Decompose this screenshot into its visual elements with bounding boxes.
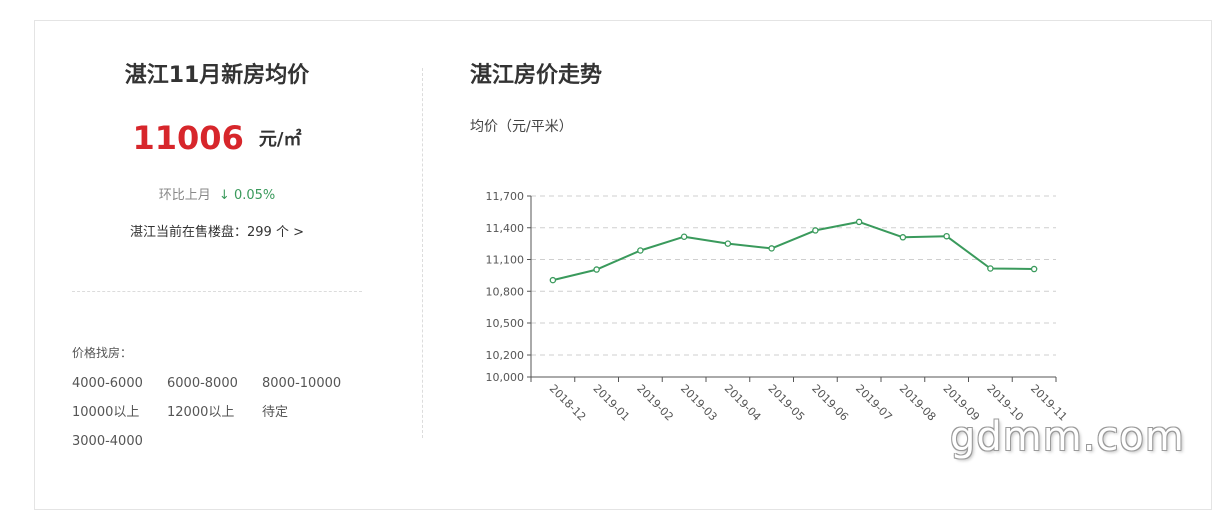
on-sale-projects-link[interactable]: 湛江当前在售楼盘：299 个 > — [72, 221, 362, 240]
panel-divider — [422, 68, 423, 438]
y-tick-label: 10,200 — [486, 349, 525, 362]
price-filter-options: 4000-6000 6000-8000 8000-10000 10000以上 1… — [72, 369, 392, 456]
trend-title: 湛江房价走势 — [470, 63, 603, 88]
summary-divider — [72, 291, 362, 292]
mom-value: 0.05% — [233, 188, 276, 203]
price-filter-option[interactable]: 8000-10000 — [262, 369, 357, 398]
price-filter-option[interactable]: 6000-8000 — [167, 369, 262, 398]
price-filter-option[interactable]: 4000-6000 — [72, 369, 167, 398]
data-point — [549, 276, 557, 284]
y-tick-label: 11,400 — [486, 222, 525, 235]
data-point — [593, 266, 600, 273]
price-filter-option[interactable]: 12000以上 — [167, 398, 262, 427]
average-price: 11006 — [132, 119, 244, 157]
y-tick-label: 10,500 — [486, 317, 525, 330]
data-point — [855, 218, 863, 226]
price-filter-label: 价格找房： — [72, 346, 133, 360]
mom-label: 环比上月 — [158, 188, 211, 203]
y-tick-label: 11,700 — [486, 190, 525, 203]
y-tick-label: 10,800 — [486, 285, 525, 298]
x-tick-label: 2019-02 — [634, 382, 676, 424]
price-unit: 元/㎡ — [258, 129, 302, 150]
month-over-month: 环比上月 ↓ 0.05% — [72, 184, 362, 203]
data-point — [899, 234, 907, 241]
data-point — [812, 227, 819, 234]
data-point — [724, 240, 732, 247]
x-tick-label: 2019-03 — [678, 382, 720, 424]
data-point — [768, 245, 775, 252]
data-point — [637, 247, 644, 254]
price-filter: 价格找房： 4000-6000 6000-8000 8000-10000 100… — [72, 344, 402, 456]
price-filter-option[interactable]: 待定 — [262, 398, 357, 427]
y-tick-label: 10,000 — [486, 371, 525, 384]
price-filter-option[interactable]: 10000以上 — [72, 398, 167, 427]
x-tick-label: 2018-12 — [547, 382, 589, 424]
data-point — [680, 233, 688, 240]
summary-panel: 湛江11月新房均价 11006 元/㎡ 环比上月 ↓ 0.05% 湛江当前在售楼… — [72, 60, 362, 240]
summary-title: 湛江11月新房均价 — [124, 63, 310, 88]
x-tick-label: 2019-08 — [897, 382, 939, 424]
down-arrow-icon: ↓ — [218, 188, 230, 203]
data-point — [943, 232, 950, 240]
watermark: gdmm.com — [950, 414, 1185, 460]
price-filter-option[interactable]: 3000-4000 — [72, 427, 167, 456]
x-tick-label: 2019-05 — [766, 382, 808, 424]
x-tick-label: 2019-07 — [853, 382, 895, 424]
price-trend-line — [552, 220, 1035, 282]
y-axis-unit: 均价（元/平米） — [470, 119, 573, 135]
data-point — [987, 265, 994, 272]
data-point — [1030, 265, 1038, 273]
x-tick-label: 2019-01 — [591, 382, 633, 424]
y-tick-label: 11,100 — [486, 254, 525, 267]
x-tick-label: 2019-06 — [809, 382, 851, 424]
price-row: 11006 元/㎡ — [72, 114, 362, 162]
x-tick-label: 2019-04 — [722, 382, 764, 424]
